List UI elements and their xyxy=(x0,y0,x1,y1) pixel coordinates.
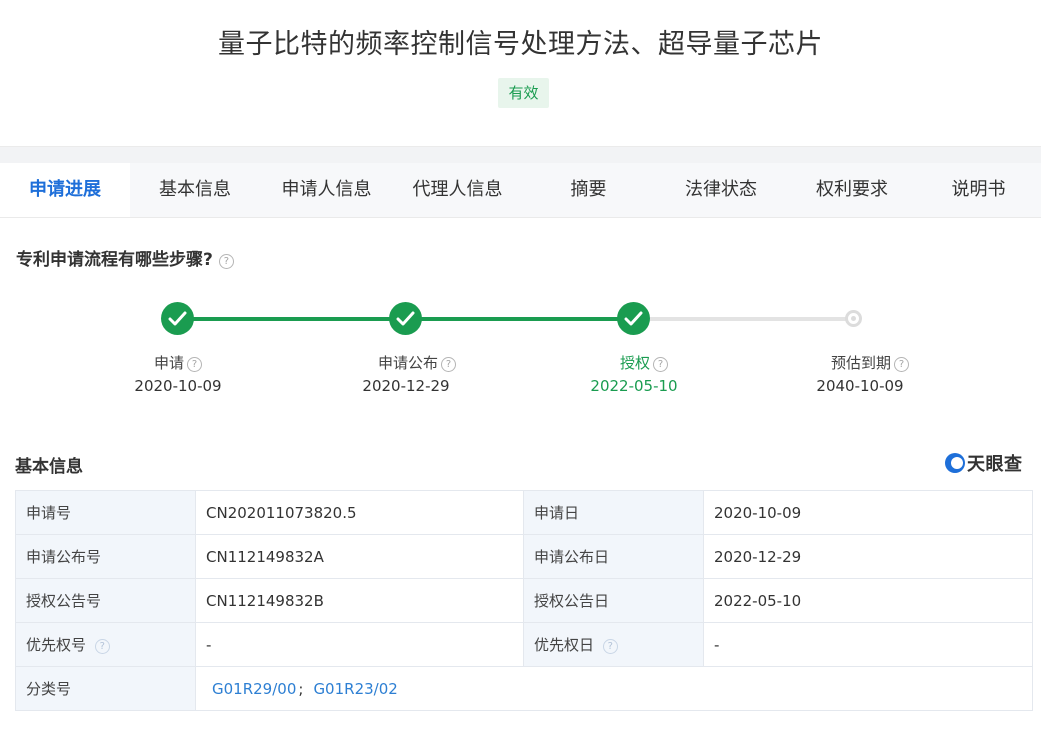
process-question-text: 专利申请流程有哪些步骤? xyxy=(16,250,213,270)
help-icon[interactable]: ? xyxy=(602,639,618,654)
patent-title: 量子比特的频率控制信号处理方法、超导量子芯片 xyxy=(218,29,823,60)
table-row: 分类号 G01R29/00; G01R23/02 xyxy=(15,666,1033,711)
tab-applicant-info[interactable]: 申请人信息 xyxy=(261,163,392,217)
status-badge: 有效 xyxy=(498,78,549,108)
field-value: CN112149832A xyxy=(195,534,524,579)
help-icon[interactable]: ? xyxy=(653,357,668,372)
tab-bar: 申请进展 基本信息 申请人信息 代理人信息 摘要 法律状态 权利要求 说明书 xyxy=(0,163,1041,218)
step-date: 2020-10-09 xyxy=(134,377,222,395)
field-value: 2022-05-10 xyxy=(703,578,1033,623)
field-label: 优先权号 ? xyxy=(15,622,196,667)
help-icon[interactable]: ? xyxy=(218,254,234,269)
step-name: 申请 xyxy=(153,354,184,372)
step-date: 2022-05-10 xyxy=(590,377,678,395)
tab-agent-info[interactable]: 代理人信息 xyxy=(392,163,523,217)
field-label: 优先权日 ? xyxy=(523,622,704,667)
brand-name: 天眼查 xyxy=(967,454,1023,475)
process-question-heading: 专利申请流程有哪些步骤?? xyxy=(16,245,234,270)
field-value: 2020-12-29 xyxy=(703,534,1033,579)
step-date: 2020-12-29 xyxy=(362,377,450,395)
classification-link[interactable]: G01R29/00 xyxy=(212,680,296,698)
step-label: 预估到期? xyxy=(790,352,950,373)
table-row: 授权公告号 CN112149832B 授权公告日 2022-05-10 xyxy=(15,578,1033,623)
field-label: 申请公布号 xyxy=(15,534,196,579)
priority-number-label: 优先权号 xyxy=(26,636,87,654)
tab-abstract[interactable]: 摘要 xyxy=(523,163,654,217)
help-icon[interactable]: ? xyxy=(187,357,202,372)
progress-track-remaining xyxy=(634,317,854,321)
table-row: 申请公布号 CN112149832A 申请公布日 2020-12-29 xyxy=(15,534,1033,579)
field-value: CN202011073820.5 xyxy=(195,490,524,535)
help-icon[interactable]: ? xyxy=(94,639,110,654)
priority-date-label: 优先权日 xyxy=(534,636,595,654)
tab-description[interactable]: 说明书 xyxy=(916,163,1041,217)
step-pending-dot-icon xyxy=(845,310,862,327)
step-label: 授权? xyxy=(564,352,724,373)
brand-logo: 天眼查 xyxy=(945,451,1023,475)
field-value: 2020-10-09 xyxy=(703,490,1033,535)
help-icon[interactable]: ? xyxy=(441,357,456,372)
table-row: 申请号 CN202011073820.5 申请日 2020-10-09 xyxy=(15,490,1033,535)
step-date: 2040-10-09 xyxy=(816,377,904,395)
field-label: 授权公告号 xyxy=(15,578,196,623)
field-label: 授权公告日 xyxy=(523,578,704,623)
step-name: 预估到期 xyxy=(830,354,891,372)
tab-application-progress[interactable]: 申请进展 xyxy=(0,163,130,217)
step-check-icon xyxy=(617,302,650,335)
basic-info-heading: 基本信息 xyxy=(15,457,83,477)
field-value: - xyxy=(195,622,524,667)
separator: ; xyxy=(298,679,304,698)
classification-codes: G01R29/00; G01R23/02 xyxy=(195,666,1033,711)
table-row: 优先权号 ? - 优先权日 ? - xyxy=(15,622,1033,667)
step-label: 申请公布? xyxy=(337,352,497,373)
field-label: 分类号 xyxy=(15,666,196,711)
step-label: 申请? xyxy=(98,352,258,373)
classification-link[interactable]: G01R23/02 xyxy=(313,680,397,698)
step-check-icon xyxy=(389,302,422,335)
step-name: 申请公布 xyxy=(377,354,438,372)
tab-basic-info[interactable]: 基本信息 xyxy=(130,163,260,217)
field-value: - xyxy=(703,622,1033,667)
basic-info-table: 申请号 CN202011073820.5 申请日 2020-10-09 申请公布… xyxy=(15,490,1033,711)
field-label: 申请公布日 xyxy=(523,534,704,579)
tab-legal-status[interactable]: 法律状态 xyxy=(654,163,788,217)
tianyancha-logo-icon xyxy=(945,453,965,473)
step-name: 授权 xyxy=(619,354,650,372)
section-divider xyxy=(0,146,1041,163)
help-icon[interactable]: ? xyxy=(894,357,909,372)
field-label: 申请日 xyxy=(523,490,704,535)
step-check-icon xyxy=(161,302,194,335)
field-label: 申请号 xyxy=(15,490,196,535)
field-value: CN112149832B xyxy=(195,578,524,623)
tab-claims[interactable]: 权利要求 xyxy=(788,163,916,217)
